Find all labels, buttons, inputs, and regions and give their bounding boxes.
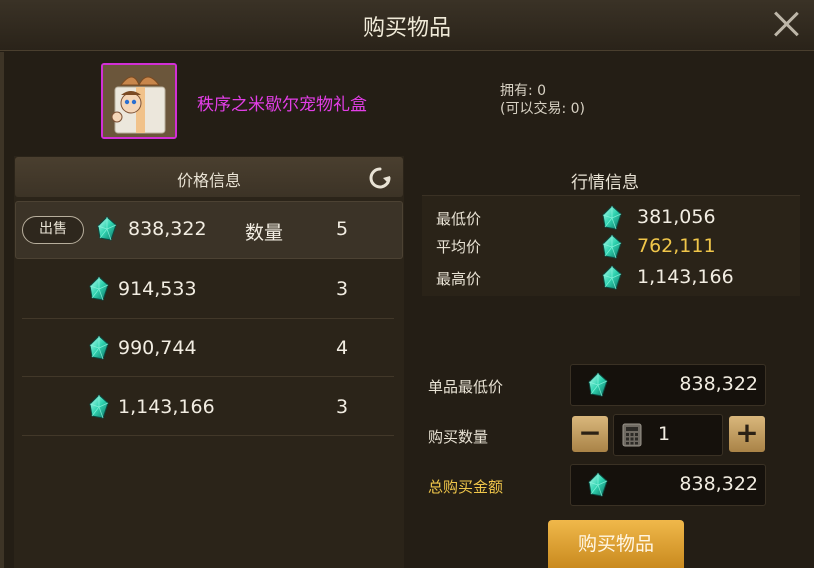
total-label: 总购买金额 [428, 478, 504, 496]
minus-button[interactable]: − [572, 416, 608, 452]
left-edge-divider [0, 52, 4, 568]
listing-price: 838,322 [128, 218, 207, 240]
plus-icon: + [735, 416, 759, 449]
row-divider [22, 376, 394, 377]
market-avg-value: 762,111 [637, 235, 716, 257]
price-panel-title: 价格信息 [176, 171, 241, 190]
gem-icon [601, 205, 623, 231]
gem-icon [88, 276, 110, 302]
buy-qty-label: 购买数量 [428, 428, 489, 446]
listing-price: 1,143,166 [118, 396, 215, 418]
calculator-icon[interactable] [622, 423, 642, 447]
item-icon [101, 63, 177, 139]
item-name: 秩序之米歇尔宠物礼盒 [197, 95, 367, 115]
dialog-title: 购买物品 [362, 16, 451, 41]
gem-icon [587, 372, 609, 398]
plus-button[interactable]: + [729, 416, 765, 452]
gem-icon [601, 265, 623, 291]
gem-icon [88, 394, 110, 420]
refresh-icon[interactable] [368, 166, 391, 189]
gem-icon [96, 216, 118, 242]
unit-price-value: 838,322 [679, 373, 758, 395]
listing-price: 990,744 [118, 337, 197, 359]
gem-icon [587, 472, 609, 498]
owned-count: 拥有: 0 [500, 83, 547, 99]
listing-qty: 4 [336, 337, 349, 359]
market-high-label: 最高价 [436, 270, 482, 288]
sell-button[interactable]: 出售 [22, 216, 84, 244]
market-panel-title: 行情信息 [571, 173, 639, 193]
listing-qty-label: 数量 [245, 222, 284, 244]
minus-icon: − [578, 416, 602, 449]
market-high-value: 1,143,166 [637, 266, 734, 288]
market-avg-label: 平均价 [436, 238, 482, 256]
owned-info: 拥有: 0 (可以交易: 0) [500, 82, 585, 118]
listing-qty: 3 [336, 278, 349, 300]
listing-price: 914,533 [118, 278, 197, 300]
quantity-value: 1 [658, 423, 671, 445]
listing-qty: 3 [336, 396, 349, 418]
row-divider [22, 435, 394, 436]
market-low-label: 最低价 [436, 210, 482, 228]
gem-icon [601, 234, 623, 260]
total-value: 838,322 [679, 473, 758, 495]
listing-qty: 5 [336, 218, 349, 240]
unit-price-label: 单品最低价 [428, 378, 504, 396]
tradable-count: (可以交易: 0) [500, 101, 585, 117]
buy-button[interactable]: 购买物品 [548, 520, 684, 568]
row-divider [22, 318, 394, 319]
gem-icon [88, 335, 110, 361]
close-icon[interactable] [768, 6, 804, 42]
market-low-value: 381,056 [637, 206, 716, 228]
